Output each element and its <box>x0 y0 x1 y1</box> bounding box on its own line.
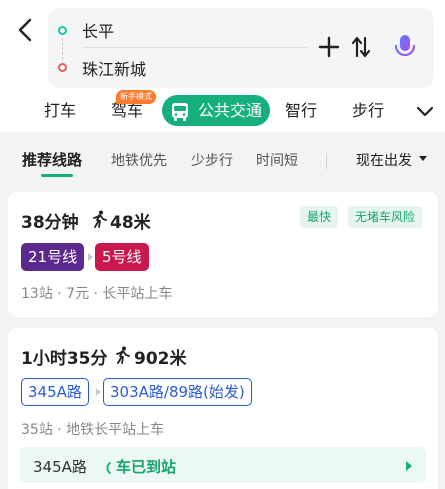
walk-icon <box>92 210 108 228</box>
tab-transit[interactable]: 公共交通 <box>162 95 270 126</box>
route-input-box: 长平 珠江新城 <box>48 8 434 88</box>
route-info: 35站 · 地铁长平站上车 <box>21 422 165 438</box>
route-card[interactable]: 38分钟 48米 最快 无堵车风险 21号线 5号线 13站 · 7元 · 长平… <box>8 192 438 317</box>
chevron-down-icon[interactable] <box>414 100 436 122</box>
route-card[interactable]: 1小时35分 902米 345A路 303A路/89路(始发) 35站 · 地铁… <box>8 328 438 489</box>
route-duration: 1小时35分 <box>21 349 108 369</box>
destination-dot-icon <box>58 63 67 72</box>
metro-line-badge: 5号线 <box>95 243 149 271</box>
route-filter-bar: 推荐线路 地铁优先 少步行 时间短 现在出发 <box>0 136 445 182</box>
filter-less-walk[interactable]: 少步行 <box>191 150 233 170</box>
caret-down-icon[interactable] <box>419 156 427 161</box>
chevron-right-icon[interactable] <box>406 461 412 471</box>
swap-icon[interactable] <box>346 32 376 62</box>
tab-transit-label: 公共交通 <box>198 101 263 120</box>
realtime-arrival-bar[interactable]: 345A路 车已到站 <box>20 447 426 483</box>
transfer-arrow-icon <box>96 388 101 396</box>
transport-mode-tabs: 打车 驾车 公共交通 智行 步行 <box>0 92 445 132</box>
origin-field[interactable]: 长平 <box>82 18 114 42</box>
transfer-arrow-icon <box>88 253 93 261</box>
route-duration: 38分钟 <box>21 213 79 233</box>
realtime-signal-icon <box>104 459 112 474</box>
filter-short-time[interactable]: 时间短 <box>256 150 298 170</box>
add-waypoint-icon[interactable] <box>314 32 344 62</box>
destination-field[interactable]: 珠江新城 <box>82 56 146 80</box>
origin-dot-icon <box>58 26 67 35</box>
tag-no-jam: 无堵车风险 <box>348 206 423 228</box>
walk-icon <box>115 346 131 364</box>
route-connector <box>62 38 63 60</box>
filter-metro-first[interactable]: 地铁优先 <box>111 150 167 170</box>
arrival-route: 345A路 <box>33 458 87 476</box>
bus-line-badge: 303A路/89路(始发) <box>103 378 252 406</box>
tab-walk[interactable]: 步行 <box>352 92 384 132</box>
tab-taxi[interactable]: 打车 <box>44 92 76 132</box>
bus-icon <box>170 101 190 121</box>
departure-time-selector[interactable]: 现在出发 <box>356 150 412 170</box>
route-divider <box>82 47 308 48</box>
microphone-icon[interactable] <box>390 32 420 62</box>
bus-line-badge: 345A路 <box>21 378 89 406</box>
tag-fastest: 最快 <box>300 206 339 228</box>
route-walk-distance: 902米 <box>134 349 187 369</box>
arrival-status: 车已到站 <box>116 458 177 476</box>
route-walk-distance: 48米 <box>110 213 151 233</box>
active-filter-indicator <box>41 174 73 177</box>
filter-divider <box>326 153 327 169</box>
back-icon[interactable] <box>14 16 38 44</box>
novice-mode-badge: 新手模式 <box>116 90 156 104</box>
route-info: 13站 · 7元 · 长平站上车 <box>21 286 173 302</box>
metro-line-badge: 21号线 <box>21 243 85 271</box>
top-bar: 长平 珠江新城 <box>0 0 445 92</box>
filter-recommended[interactable]: 推荐线路 <box>22 149 82 170</box>
tab-smart[interactable]: 智行 <box>285 92 317 132</box>
